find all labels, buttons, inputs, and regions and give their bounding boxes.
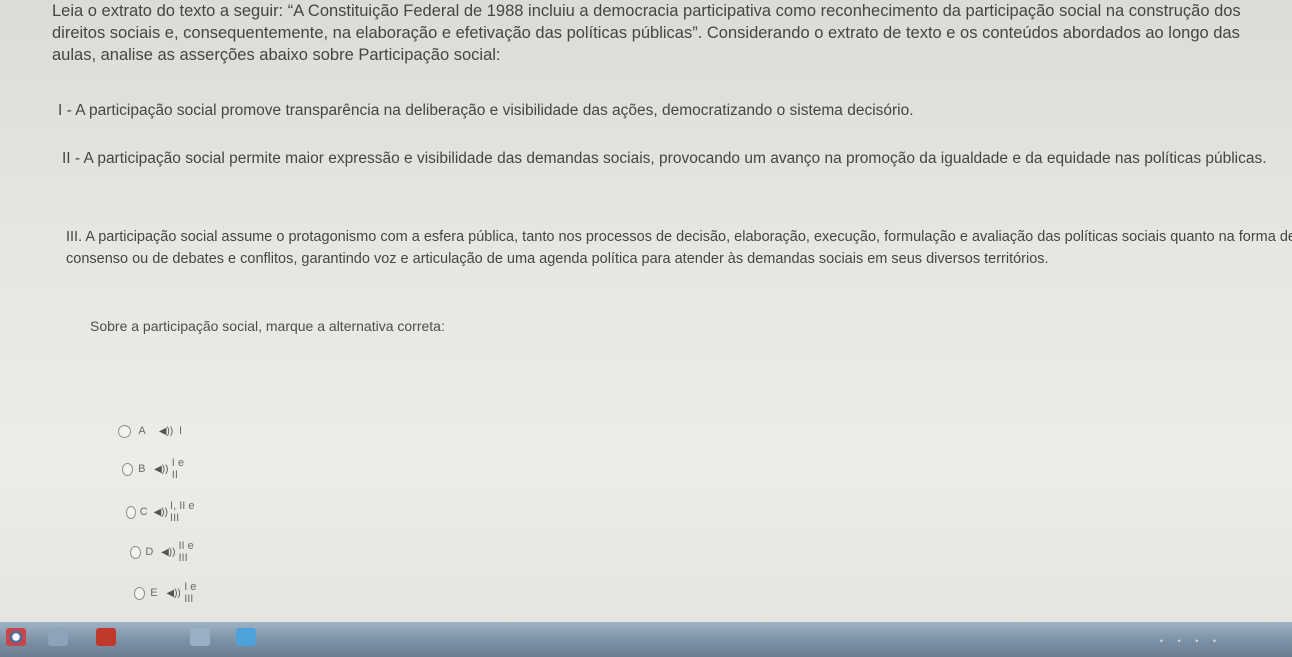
option-letter: E <box>150 587 158 599</box>
assertion-2: II - A participação social permite maior… <box>62 150 1267 167</box>
taskbar: • • • • <box>0 622 1292 657</box>
system-tray[interactable]: • • • • <box>1160 636 1222 646</box>
radio-button[interactable] <box>130 545 141 559</box>
radio-button[interactable] <box>126 505 136 519</box>
chrome-icon[interactable] <box>6 628 26 646</box>
option-text: I <box>179 425 183 437</box>
option-b[interactable]: B ◀)) I e II <box>122 457 189 481</box>
option-text: II e III <box>178 540 194 564</box>
option-letter: C <box>139 506 148 518</box>
app-icon[interactable] <box>96 628 116 646</box>
speaker-icon[interactable]: ◀)) <box>158 547 178 558</box>
option-a[interactable]: A ◀)) I <box>118 422 182 440</box>
option-letter: B <box>138 463 146 475</box>
radio-button[interactable] <box>134 586 145 600</box>
question-prompt: Sobre a participação social, marque a al… <box>90 318 445 334</box>
folder-icon[interactable] <box>190 628 210 646</box>
assertion-1: I - A participação social promove transp… <box>58 102 914 119</box>
radio-button[interactable] <box>122 462 133 476</box>
option-text: I e II <box>171 457 184 481</box>
option-d[interactable]: D ◀)) II e III <box>130 540 200 564</box>
speaker-icon[interactable]: ◀)) <box>152 507 171 518</box>
option-e[interactable]: E ◀)) I e III <box>134 581 204 605</box>
speaker-icon[interactable]: ◀)) <box>151 464 172 475</box>
window-icon[interactable] <box>236 628 256 646</box>
assertion-3: III. A participação social assume o prot… <box>66 229 1292 267</box>
speaker-icon[interactable]: ◀)) <box>153 426 179 437</box>
option-letter: D <box>145 546 154 558</box>
radio-button[interactable] <box>118 424 131 438</box>
option-text: I e III <box>184 581 197 605</box>
search-icon[interactable] <box>48 628 68 646</box>
option-text: I, II e III <box>170 500 195 524</box>
option-letter: A <box>138 425 146 437</box>
option-c[interactable]: C ◀)) I, II e III <box>126 500 196 524</box>
question-intro: Leia o extrato do texto a seguir: “A Con… <box>52 2 1241 64</box>
speaker-icon[interactable]: ◀)) <box>163 588 184 599</box>
